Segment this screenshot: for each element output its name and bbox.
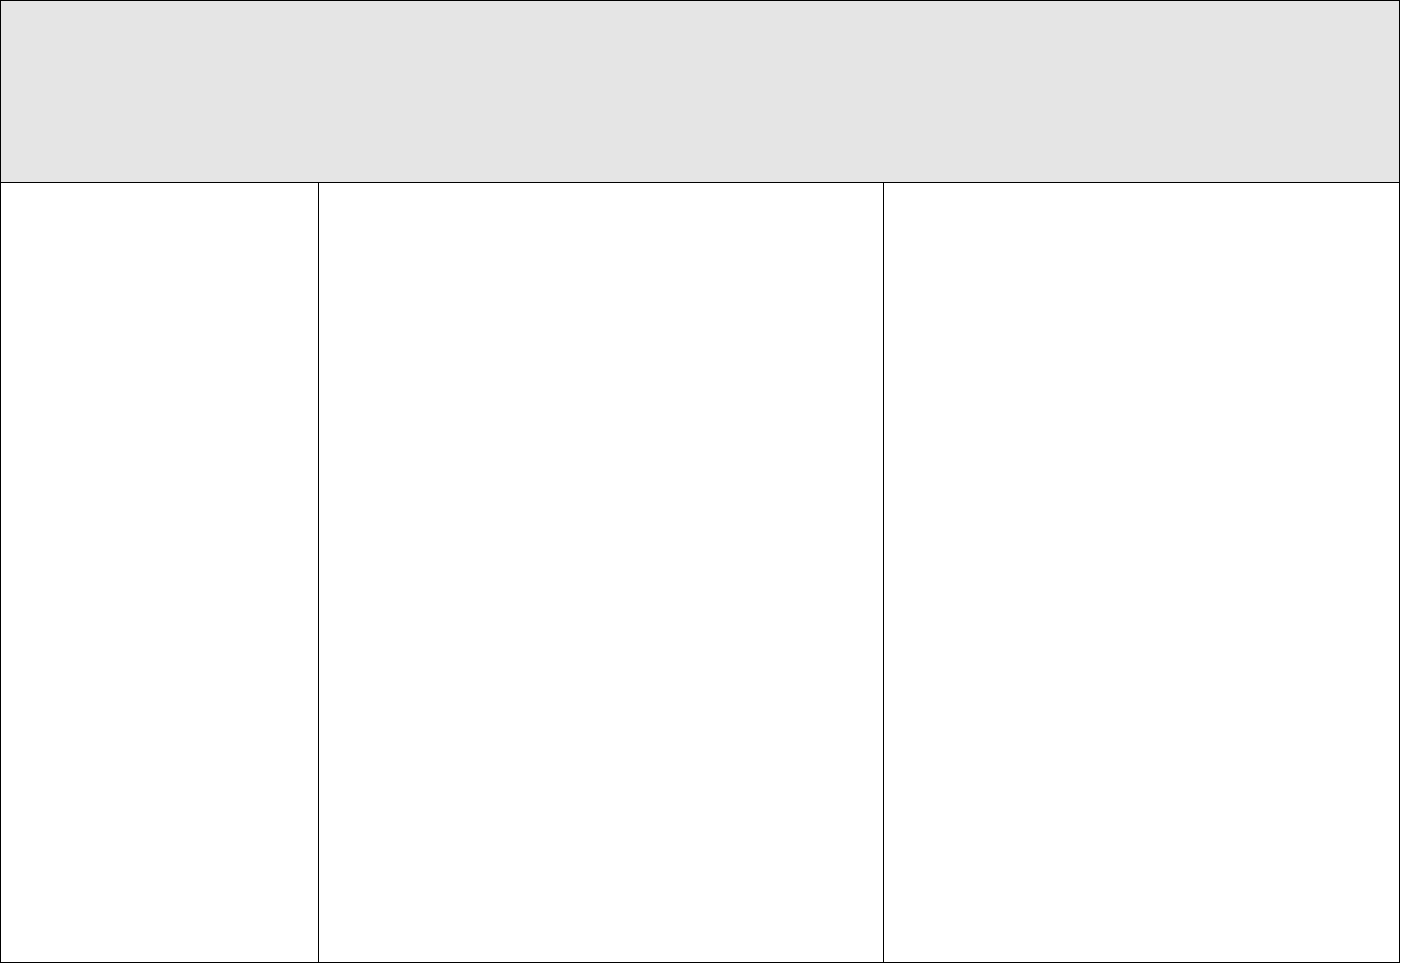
header-row xyxy=(0,182,1400,260)
body-cell-3 xyxy=(883,259,1400,963)
header-cell-1 xyxy=(0,182,319,260)
body-cell-1 xyxy=(0,259,319,963)
layout-canvas xyxy=(0,0,1402,964)
header-cell-3 xyxy=(883,182,1400,260)
header-cell-2 xyxy=(318,182,884,260)
body-row xyxy=(0,259,1400,963)
banner-region xyxy=(0,0,1400,183)
body-cell-2 xyxy=(318,259,884,963)
